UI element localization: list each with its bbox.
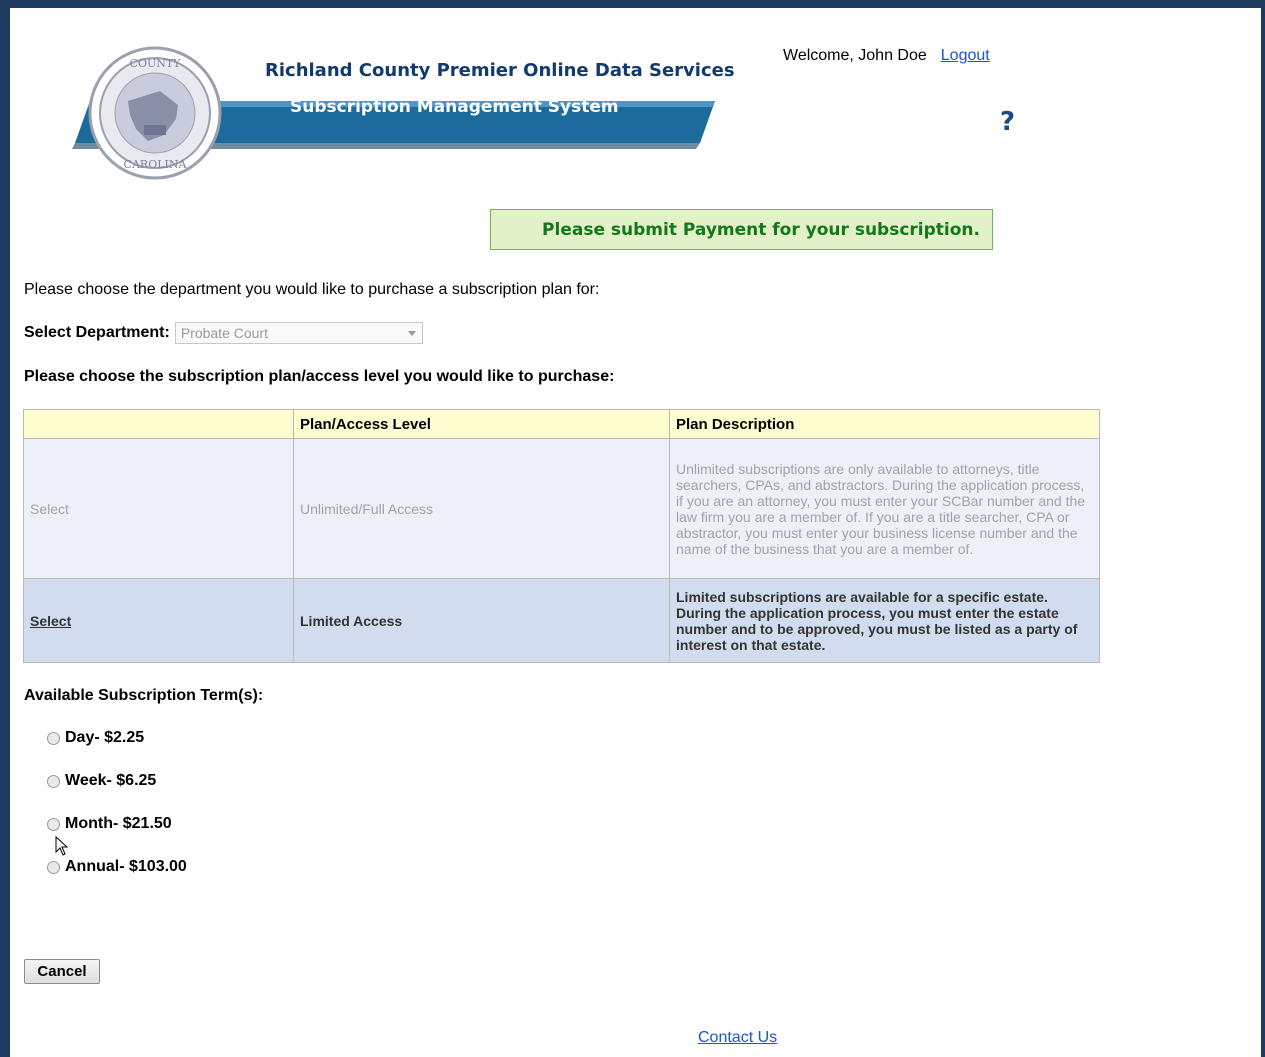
plan-heading: Please choose the subscription plan/acce… — [24, 368, 615, 385]
notice-text: Please submit Payment for your subscript… — [542, 219, 980, 240]
plan-description: Limited subscriptions are available for … — [669, 578, 1100, 663]
svg-text:CAROLINA: CAROLINA — [124, 158, 188, 171]
term-option-month[interactable]: Month- $21.50 — [47, 815, 172, 833]
plan-select-cell: Select — [23, 578, 294, 663]
table-row: Select Unlimited/Full Access Unlimited s… — [23, 438, 1100, 579]
term-option-day[interactable]: Day- $2.25 — [47, 729, 144, 747]
plan-level: Limited Access — [293, 578, 670, 663]
table-row: Select Limited Access Limited subscripti… — [23, 578, 1100, 663]
site-title: Richland County Premier Online Data Serv… — [265, 60, 735, 81]
logout-link[interactable]: Logout — [941, 47, 990, 64]
cancel-button[interactable]: Cancel — [24, 959, 100, 984]
column-header-description: Plan Description — [669, 409, 1100, 439]
plan-select-disabled: Select — [23, 438, 294, 579]
term-option-week[interactable]: Week- $6.25 — [47, 772, 156, 790]
terms-heading: Available Subscription Term(s): — [24, 687, 264, 704]
department-selected-value: Probate Court — [180, 325, 268, 341]
term-label: Month- $21.50 — [65, 815, 172, 832]
header-banner: COUNTY CAROLINA Richland County Premier … — [60, 43, 735, 183]
term-label: Annual- $103.00 — [65, 858, 187, 875]
page-frame: COUNTY CAROLINA Richland County Premier … — [10, 8, 1261, 1057]
mouse-pointer-icon — [55, 836, 69, 856]
plan-description: Unlimited subscriptions are only availab… — [669, 438, 1100, 579]
contact-us-link[interactable]: Contact Us — [698, 1029, 777, 1047]
help-icon[interactable]: ? — [1000, 109, 1015, 135]
county-seal-icon: COUNTY CAROLINA — [88, 46, 222, 180]
radio-button[interactable] — [47, 817, 60, 831]
plan-level: Unlimited/Full Access — [293, 438, 670, 579]
user-welcome: Welcome, John Doe Logout — [783, 47, 990, 65]
plans-table: Plan/Access Level Plan Description Selec… — [23, 409, 1100, 663]
column-header-level: Plan/Access Level — [293, 409, 670, 439]
term-label: Week- $6.25 — [65, 772, 157, 789]
term-option-annual[interactable]: Annual- $103.00 — [47, 858, 187, 876]
term-label: Day- $2.25 — [65, 729, 145, 746]
welcome-text: Welcome, John Doe — [783, 47, 927, 64]
chevron-down-icon — [407, 331, 416, 336]
table-header-row: Plan/Access Level Plan Description — [23, 409, 1100, 439]
department-row: Select Department: Probate Court — [24, 322, 423, 344]
radio-button[interactable] — [47, 860, 60, 874]
radio-button[interactable] — [47, 774, 60, 788]
site-subtitle: Subscription Management System — [290, 97, 619, 117]
payment-notice: Please submit Payment for your subscript… — [490, 209, 993, 250]
svg-text:COUNTY: COUNTY — [130, 57, 182, 70]
radio-button[interactable] — [47, 731, 60, 745]
department-select[interactable]: Probate Court — [174, 322, 423, 344]
plan-select-link[interactable]: Select — [30, 613, 71, 629]
column-header-select — [23, 409, 294, 439]
department-label: Select Department: — [24, 324, 170, 341]
department-intro: Please choose the department you would l… — [24, 281, 600, 298]
